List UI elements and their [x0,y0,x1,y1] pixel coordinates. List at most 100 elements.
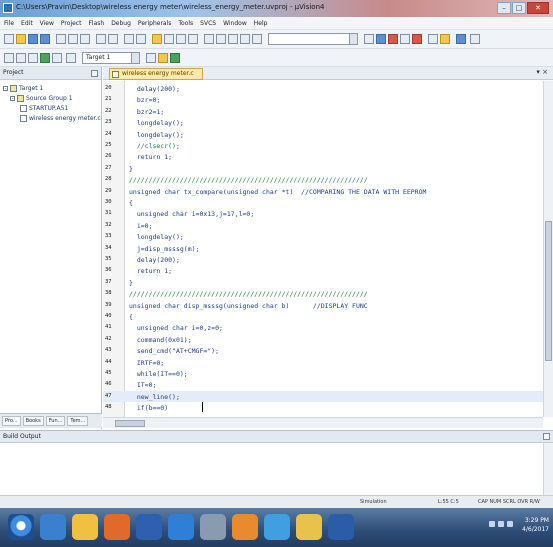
code-line[interactable]: 36 return 1; [103,265,543,276]
tree-item-startup[interactable]: STARTUP.A51 [20,105,68,112]
tab-books[interactable]: Books [22,416,44,426]
tree-item-main-c[interactable]: wireless energy meter.c [20,115,101,122]
menu-window[interactable]: Window [223,20,247,27]
uvision-taskbar-icon[interactable] [168,514,194,540]
panel-pin-icon[interactable] [91,70,98,77]
code-line[interactable]: 32 i=0; [103,220,543,231]
code-line[interactable]: 38 //////////////////////////////////////… [103,288,543,299]
code-line[interactable]: 45 while(IT==0); [103,368,543,379]
code-line[interactable]: 25 //clsecr(); [103,140,543,151]
code-line[interactable]: 33 longdelay(); [103,231,543,242]
clear-bookmarks-icon[interactable] [188,34,198,44]
code-line[interactable]: 48 if(b==0) [103,402,543,413]
download-icon[interactable] [66,53,76,63]
folder-icon[interactable] [296,514,322,540]
code-line[interactable]: 44 IRTF=0; [103,357,543,368]
undo-icon[interactable] [96,34,106,44]
redo-icon[interactable] [108,34,118,44]
code-line[interactable]: 41 unsigned char i=0,z=0; [103,322,543,333]
code-line[interactable]: 31 unsigned char i=0x13,j=17,l=0; [103,208,543,219]
unindent-icon[interactable] [216,34,226,44]
internet-explorer-icon[interactable] [40,514,66,540]
editor-tab-active[interactable]: wireless energy meter.c [109,68,203,80]
collapse-icon[interactable]: - [3,86,8,92]
code-line[interactable]: 20 delay(200); [103,83,543,94]
code-line[interactable]: 40 { [103,311,543,322]
copy-icon[interactable] [68,34,78,44]
app-icon[interactable] [136,514,162,540]
panel-pin-icon[interactable] [543,433,550,440]
clock[interactable]: 3:29 PM 4/6/2017 [522,516,549,534]
flag-icon[interactable] [489,521,495,527]
menu-edit[interactable]: Edit [21,20,33,27]
code-line[interactable]: 28 //////////////////////////////////////… [103,174,543,185]
comment-icon[interactable] [228,34,238,44]
uncomment-icon[interactable] [240,34,250,44]
menu-debug[interactable]: Debug [111,20,131,27]
code-line[interactable]: 37} [103,277,543,288]
build-icon[interactable] [16,53,26,63]
target-select[interactable]: Target 1 [82,52,140,64]
prev-bookmark-icon[interactable] [164,34,174,44]
save-all-icon[interactable] [40,34,50,44]
network-icon[interactable] [264,514,290,540]
maximize-button[interactable]: □ [512,2,526,14]
navigate-back-icon[interactable] [124,34,134,44]
horizontal-scrollbar[interactable] [103,417,543,428]
start-button-icon[interactable] [8,514,34,540]
menu-project[interactable]: Project [61,20,82,27]
indent-icon[interactable] [204,34,214,44]
code-line[interactable]: 30 { [103,197,543,208]
menu-view[interactable]: View [40,20,54,27]
save-icon[interactable] [28,34,38,44]
target-options-icon[interactable] [146,53,156,63]
insert-breakpoint-icon[interactable] [400,34,410,44]
find-combo[interactable] [268,33,358,45]
stop-build-icon[interactable] [52,53,62,63]
tree-item-source-group[interactable]: - Source Group 1 [10,95,73,102]
scroll-thumb[interactable] [115,420,145,427]
open-folder-icon[interactable] [16,34,26,44]
minimize-button[interactable]: – [497,2,511,14]
tree-item-target[interactable]: - Target 1 [3,85,43,92]
menu-svcs[interactable]: SVCS [200,20,216,27]
menu-help[interactable]: Help [254,20,268,27]
code-line[interactable]: 26 return 1; [103,151,543,162]
disable-breakpoint-icon[interactable] [428,34,438,44]
code-line[interactable]: 24 longdelay(); [103,129,543,140]
incremental-find-icon[interactable] [376,34,386,44]
code-line[interactable]: 34 j=disp_msssg(m); [103,243,543,254]
configure-icon[interactable] [470,34,480,44]
menu-peripherals[interactable]: Peripherals [138,20,171,27]
tab-templates[interactable]: Tem... [67,416,89,426]
tab-functions[interactable]: Fun... [45,416,66,426]
code-line[interactable]: 47 new_line(); [103,390,543,402]
menu-file[interactable]: File [4,20,14,27]
kill-breakpoints-icon[interactable] [440,34,450,44]
file-extensions-icon[interactable] [158,53,168,63]
rebuild-icon[interactable] [28,53,38,63]
manage-components-icon[interactable] [170,53,180,63]
window-icon[interactable] [456,34,466,44]
volume-icon[interactable] [507,521,513,527]
code-line[interactable]: 23 longdelay(); [103,117,543,128]
code-line[interactable]: 35 delay(200); [103,254,543,265]
code-area[interactable]: 20 delay(200); 21 bzr=0; 22 bzr2=1; 23 long… [103,81,543,417]
bookmark-icon[interactable] [152,34,162,44]
next-bookmark-icon[interactable] [176,34,186,44]
menu-flash[interactable]: Flash [88,20,104,27]
chrome-icon[interactable] [232,514,258,540]
network-tray-icon[interactable] [498,521,504,527]
close-tab-icon[interactable]: ▾ × [536,68,548,76]
output-scrollbar[interactable] [543,443,553,496]
file-explorer-icon[interactable] [72,514,98,540]
translate-icon[interactable] [4,53,14,63]
code-line[interactable]: 46 IT=0; [103,379,543,390]
code-line[interactable]: 39 unsigned char disp_msssg(unsigned char… [103,300,543,311]
find-icon[interactable] [364,34,374,44]
word-icon[interactable] [328,514,354,540]
code-line[interactable]: 42 command(0x01); [103,334,543,345]
code-line[interactable]: 27} [103,163,543,174]
cut-icon[interactable] [56,34,66,44]
batch-build-icon[interactable] [40,53,50,63]
